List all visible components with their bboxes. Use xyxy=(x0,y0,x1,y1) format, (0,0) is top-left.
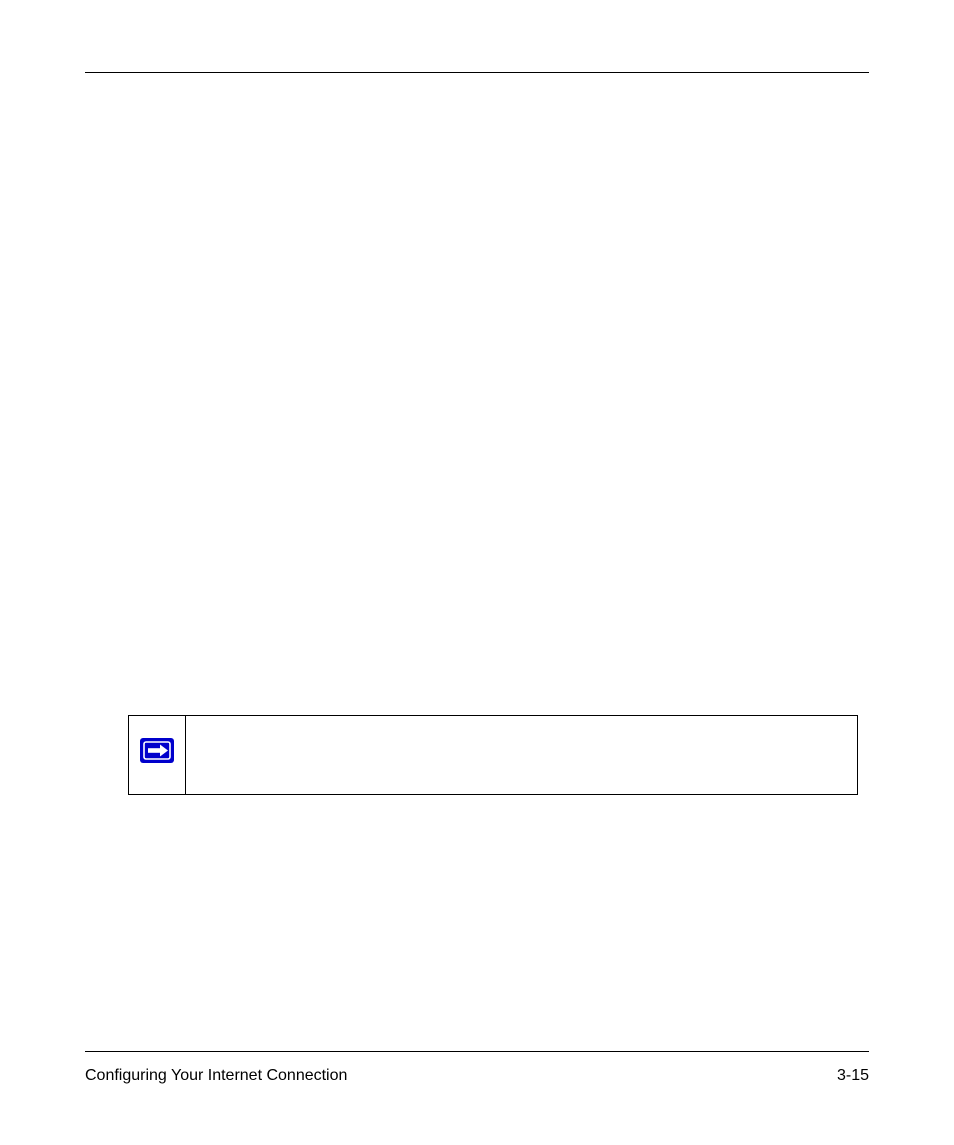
footer-rule xyxy=(85,1051,869,1052)
footer-section-title: Configuring Your Internet Connection xyxy=(85,1067,347,1085)
note-callout-box xyxy=(128,715,858,795)
document-page: Configuring Your Internet Connection 3-1… xyxy=(0,0,954,1145)
arrow-right-icon xyxy=(140,738,174,763)
footer-page-number: 3-15 xyxy=(837,1067,869,1085)
page-footer: Configuring Your Internet Connection 3-1… xyxy=(85,1067,869,1085)
note-vertical-divider xyxy=(185,716,186,794)
header-rule xyxy=(85,72,869,73)
